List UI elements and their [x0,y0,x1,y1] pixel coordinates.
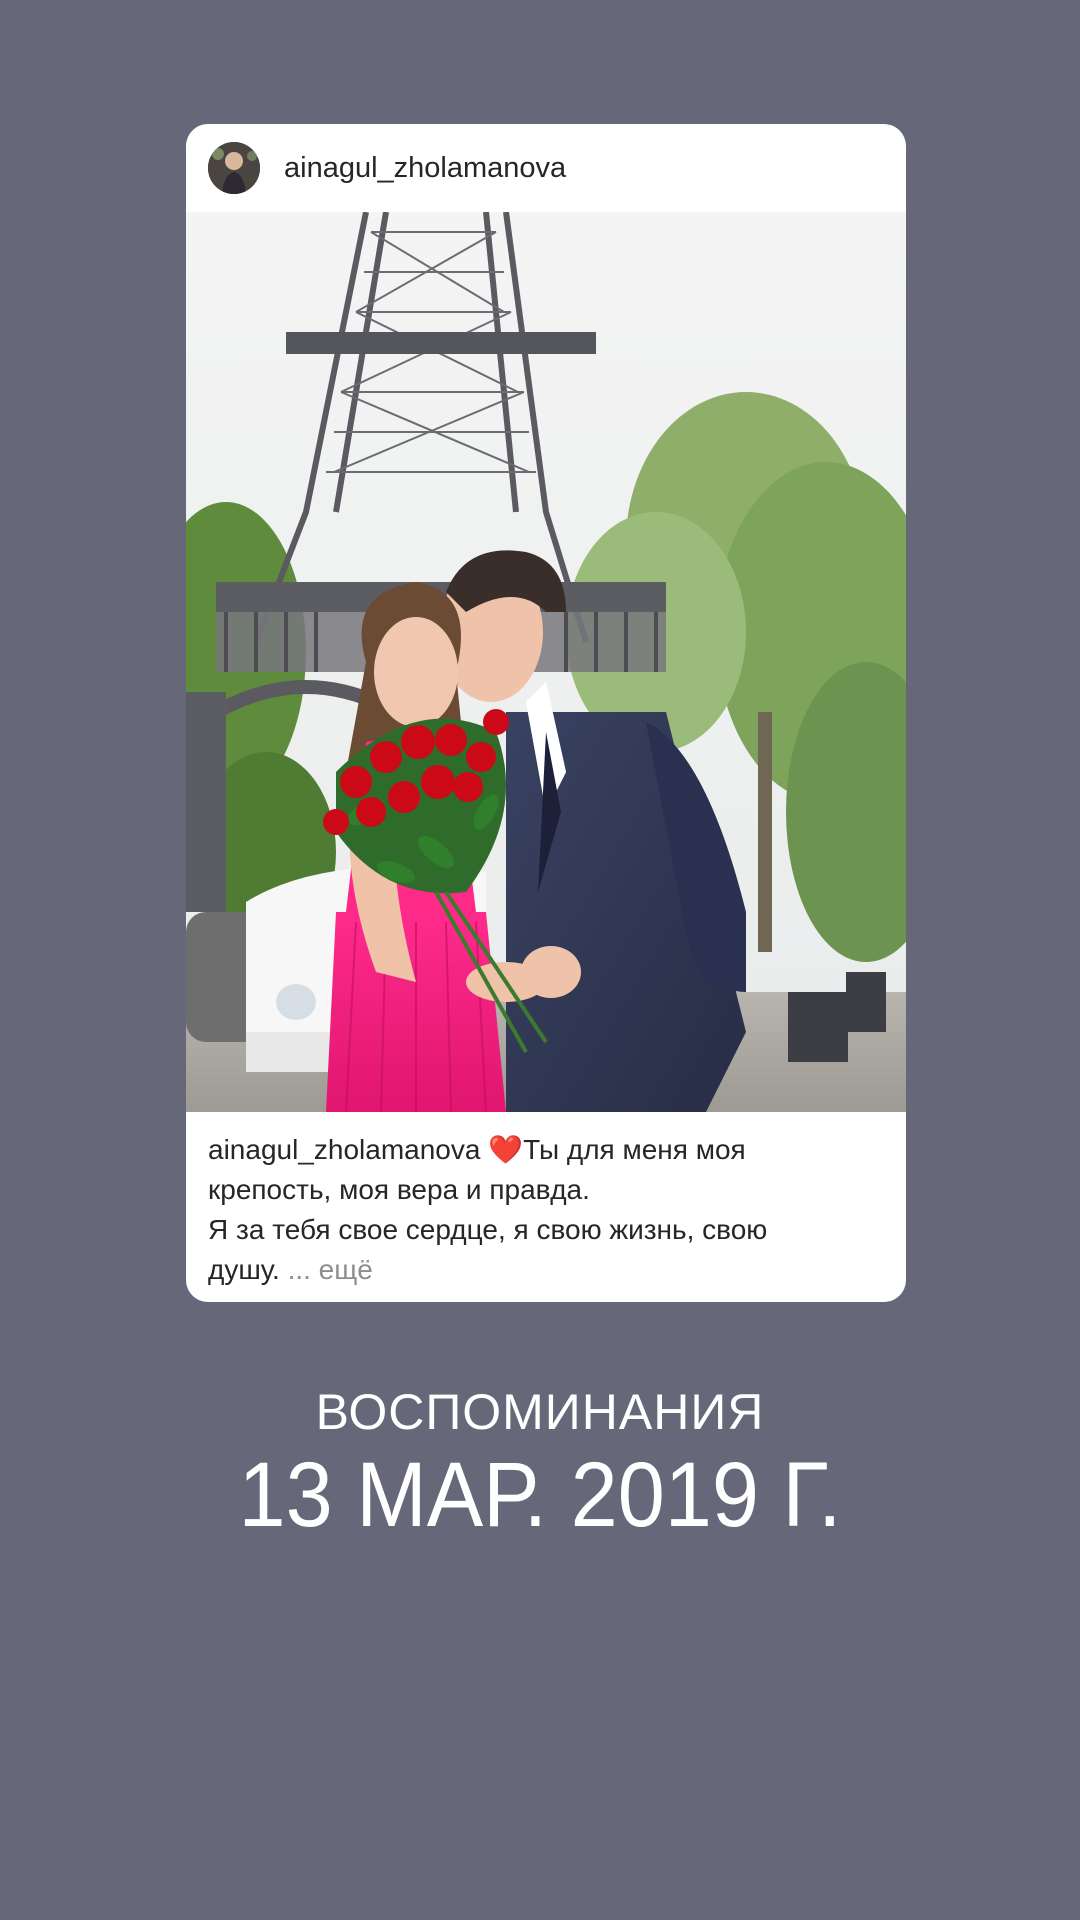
post-username[interactable]: ainagul_zholamanova [284,148,566,188]
heart-icon: ❤️ [488,1134,524,1165]
caption-author[interactable]: ainagul_zholamanova [208,1134,480,1165]
post-caption: ainagul_zholamanova ❤️Ты для меня моя кр… [208,1130,888,1290]
post-header: ainagul_zholamanova [186,124,906,212]
avatar[interactable] [208,142,260,194]
profile-photo-icon [208,142,260,194]
caption-line-3: Я за тебя свое сердце, я свою жизнь, сво… [208,1214,768,1245]
caption-line-4: душу. [208,1254,280,1285]
memories-label: ВОСПОМИНАНИЯ [315,1384,765,1440]
memory-date: 13 МАР. 2019 Г. [238,1444,842,1546]
more-link[interactable]: ... ещё [288,1254,373,1285]
post-photo[interactable] [186,212,906,1112]
caption-line-2: крепость, моя вера и правда. [208,1174,590,1205]
couple-eiffel-tower-photo-icon [186,212,906,1112]
caption-line-1: Ты для меня моя [523,1134,746,1165]
shared-post-card[interactable]: ainagul_zholamanova ainagul_zholamanova … [186,124,906,1302]
